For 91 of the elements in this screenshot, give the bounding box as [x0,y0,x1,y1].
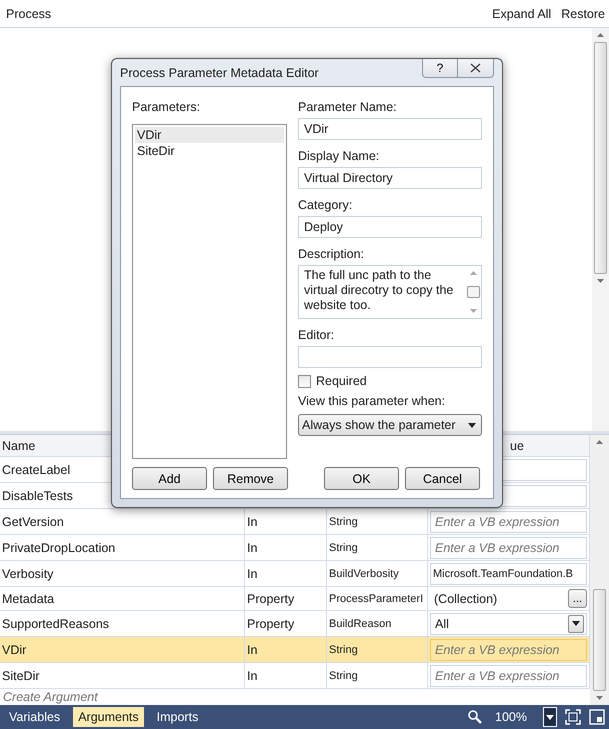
argument-name: CreateLabel [2,462,70,477]
dropdown-icon [572,621,580,626]
value-field[interactable]: Enter a VB expression [430,638,587,661]
close-button[interactable] [458,59,494,78]
field-label: Parameter Name: [298,100,398,114]
scroll-thumb[interactable] [593,589,606,691]
input-field[interactable]: VDir [298,118,482,140]
scroll-down-icon[interactable] [596,278,605,284]
overview-icon[interactable] [589,709,605,725]
argument-name: PrivateDropLocation [2,540,116,555]
value-field[interactable]: Microsoft.TeamFoundation.B [430,562,587,585]
argument-direction: In [247,642,258,657]
dropdown-icon [546,714,554,720]
value-text: (Collection) [434,592,498,606]
checkbox-label: Required [316,374,367,388]
zoom-dropdown[interactable] [543,707,557,727]
argument-row[interactable]: PrivateDropLocation In String Enter a VB expression [0,535,590,562]
input-field[interactable]: Virtual Directory [298,167,482,189]
field-label: Category: [298,198,354,212]
dialog-button[interactable]: Cancel [405,467,480,490]
field-label: Description: [298,247,365,261]
argument-type: BuildReason [329,618,392,630]
zoom-level: 100% [495,710,527,724]
argument-direction: In [247,566,258,581]
designer-tab[interactable]: Variables [4,707,66,727]
input-field[interactable]: Deploy [298,216,482,238]
header-link[interactable]: Restore [561,6,605,20]
argument-name: DisableTests [2,488,73,503]
input-field[interactable] [298,346,482,368]
column-header[interactable]: Name [2,438,36,453]
value-field[interactable]: Enter a VB expression [430,510,587,533]
scroll-down-icon[interactable] [595,695,604,701]
argument-type: String [329,670,358,682]
argument-name: GetVersion [2,514,64,529]
argument-name: Metadata [2,592,54,606]
process-title: Process [6,6,52,20]
argument-type: String [329,644,358,656]
fit-to-screen-icon[interactable] [565,709,581,725]
argument-name: Verbosity [2,566,54,581]
scroll-thumb[interactable] [594,42,607,274]
column-header[interactable]: ue [510,438,524,453]
scrollbar[interactable] [590,435,609,705]
argument-type: String [329,516,358,528]
dropdown-icon [468,422,476,428]
designer-tab[interactable]: Imports [152,707,204,727]
argument-type: BuildVerbosity [329,568,399,580]
create-argument-link[interactable]: Create Argument [0,689,590,705]
parameter-item[interactable]: SiteDir [135,143,284,159]
argument-row[interactable]: SiteDir In String Enter a VB expression [0,663,590,690]
designer-tab[interactable]: Arguments [73,707,144,727]
parameter-item[interactable]: VDir [135,127,284,143]
scroll-up-icon[interactable] [470,270,477,275]
argument-direction: Property [247,592,294,606]
value-field[interactable]: Enter a VB expression [430,536,587,559]
argument-name: VDir [2,642,26,657]
value-dropdown[interactable]: All [430,612,587,635]
scroll-thumb[interactable] [467,286,480,298]
search-icon[interactable] [467,709,484,725]
field-label: Parameters: [132,100,202,114]
argument-direction: In [247,668,258,683]
field-label: Display Name: [298,149,380,163]
value-field[interactable]: Enter a VB expression [430,664,587,687]
argument-row[interactable]: GetVersion In String Enter a VB expression [0,509,590,536]
argument-type: String [329,542,358,554]
ellipsis-button[interactable]: ... [568,589,587,608]
dialog-button[interactable]: Add [132,467,207,490]
visibility-dropdown[interactable]: Always show the parameter [298,414,482,436]
scroll-down-icon[interactable] [470,309,477,314]
argument-row[interactable]: VDir In String Enter a VB expression [0,637,590,664]
help-button[interactable]: ? [422,59,458,78]
dialog-title: Process Parameter Metadata Editor [120,66,319,80]
required-checkbox[interactable] [298,374,311,388]
argument-type: ProcessParameterI [329,592,424,605]
dialog-button[interactable]: OK [324,467,399,490]
argument-direction: In [247,540,258,555]
argument-row[interactable]: Metadata Property ProcessParameterI (Collection) ... [0,587,590,612]
argument-name: SupportedReasons [2,616,110,631]
close-icon [470,63,481,73]
argument-name: SiteDir [2,668,40,683]
scrollbar[interactable] [592,28,609,431]
scroll-up-icon[interactable] [595,439,604,445]
parameters-list[interactable]: VDir SiteDir [132,124,287,459]
scroll-up-icon[interactable] [596,32,605,38]
header-link[interactable]: Expand All [492,6,552,20]
description-field[interactable]: The full unc path to the virtual direcotry to copy the website too. [298,265,482,319]
field-label: View this parameter when: [298,394,446,408]
argument-row[interactable]: Verbosity In BuildVerbosity Microsoft.TeamFoundation.B [0,561,590,588]
field-label: Editor: [298,328,336,342]
dialog-button[interactable]: Remove [213,467,288,490]
argument-direction: In [247,514,258,529]
argument-direction: Property [247,616,294,631]
